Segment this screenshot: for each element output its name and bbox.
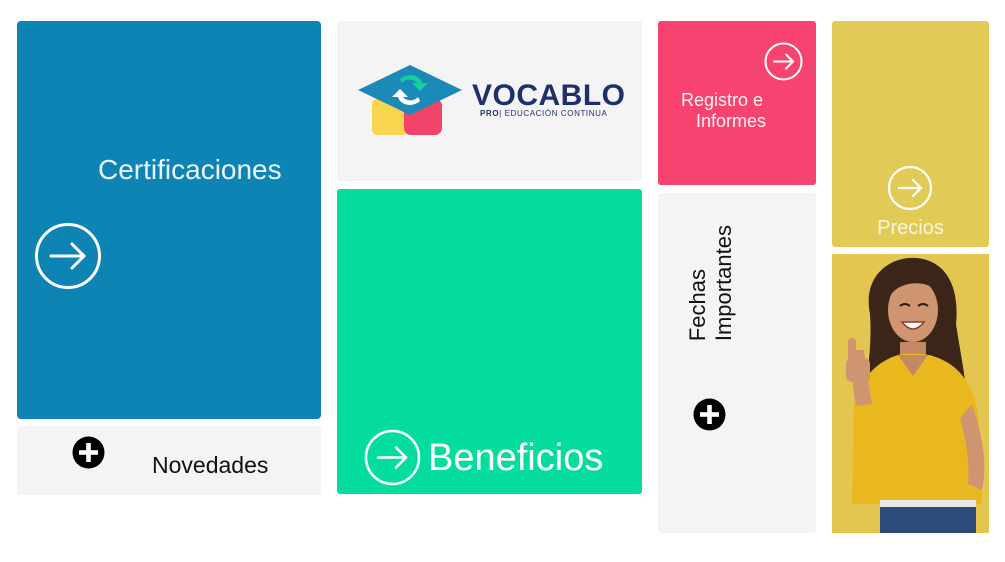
certificaciones-label: Certificaciones — [98, 154, 282, 185]
plus-circle-icon[interactable] — [72, 436, 105, 469]
graduation-cap-logo-icon — [358, 65, 462, 135]
fechas-importantes-label: Fechas Importantes — [685, 225, 737, 341]
arrow-right-circle-icon[interactable] — [764, 42, 803, 81]
certificaciones-tile[interactable]: Certificaciones — [17, 21, 321, 419]
plus-circle-icon[interactable] — [693, 398, 726, 431]
logo-tagline-text: | EDUCACIÓN CONTINUA — [499, 109, 608, 118]
smiling-woman-thumbs-up-photo — [832, 254, 989, 533]
arrow-right-circle-icon[interactable] — [364, 429, 421, 486]
logo-tile: VOCABLO PRO| EDUCACIÓN CONTINUA — [337, 21, 642, 181]
logo-wordmark: VOCABLO — [472, 79, 626, 112]
novedades-label: Novedades — [152, 452, 269, 478]
logo-tagline: PRO| EDUCACIÓN CONTINUA — [480, 109, 607, 118]
beneficios-tile[interactable]: Beneficios — [337, 189, 642, 494]
fechas-label-line2: Importantes — [711, 225, 736, 342]
woman-illustration — [832, 254, 989, 533]
registro-label-line1: Registro e — [681, 90, 764, 110]
beneficios-label: Beneficios — [428, 437, 604, 479]
novedades-tile[interactable]: Novedades — [17, 426, 321, 495]
registro-label-line2: Informes — [696, 111, 767, 131]
arrow-right-circle-icon[interactable] — [34, 222, 102, 290]
fechas-label-line1: Fechas — [685, 269, 710, 342]
precios-label: Precios — [877, 217, 944, 239]
registro-informes-tile[interactable]: Registro e Informes — [658, 21, 816, 185]
logo-tagline-pro: PRO — [480, 109, 500, 118]
arrow-right-circle-icon[interactable] — [887, 165, 933, 211]
fechas-importantes-tile[interactable]: Fechas Importantes — [658, 193, 816, 533]
precios-tile[interactable]: Precios — [832, 21, 989, 247]
